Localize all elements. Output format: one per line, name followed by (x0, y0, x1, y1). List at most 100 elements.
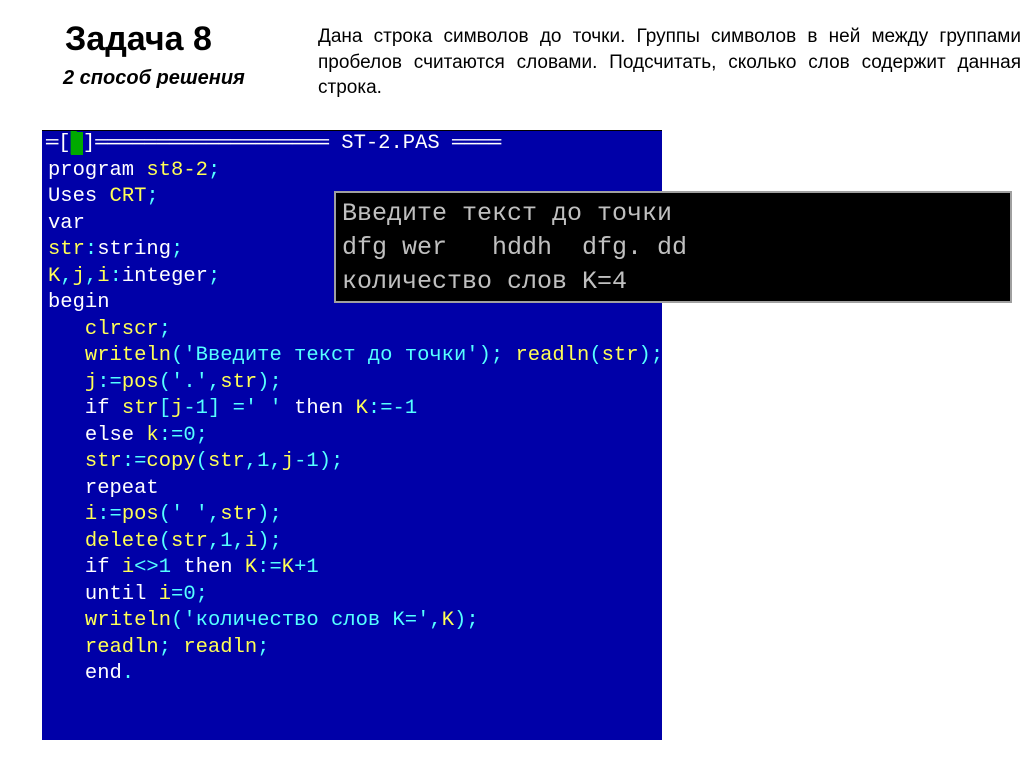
code-token: :=- (368, 397, 405, 420)
editor-filename: ST-2.PAS (341, 132, 439, 155)
code-token: , (208, 503, 220, 526)
code-token: writeln (48, 344, 171, 367)
code-token: ); (257, 503, 282, 526)
output-line: Введите текст до точки (342, 199, 672, 228)
code-token: copy (146, 450, 195, 473)
code-token: ( (159, 530, 171, 553)
code-token: clrscr (48, 318, 159, 341)
code-token: var (48, 212, 85, 235)
code-token: ); (319, 450, 344, 473)
code-token: ); (639, 344, 662, 367)
editor-titlebar: ═[▌]═══════════════════ ST-2.PAS ════ (42, 131, 662, 158)
code-token: str (220, 371, 257, 394)
code-token: str (48, 238, 85, 261)
code-token: i (159, 583, 171, 606)
code-token: string (97, 238, 171, 261)
code-token: i (97, 265, 109, 288)
code-token: CRT (110, 185, 147, 208)
code-token: st8-2 (146, 159, 208, 182)
code-token: 1 (257, 450, 269, 473)
code-token: 1 (159, 556, 171, 579)
code-token: K (442, 609, 454, 632)
code-token: <> (134, 556, 159, 579)
code-token: ; (196, 583, 208, 606)
code-token: ; (208, 265, 220, 288)
code-token: str (48, 450, 122, 473)
code-token: then (171, 556, 245, 579)
code-token: readln (183, 636, 257, 659)
code-token: str (220, 503, 257, 526)
code-token: writeln (48, 609, 171, 632)
code-token: ; (196, 424, 208, 447)
code-token: := (97, 503, 122, 526)
close-icon[interactable]: ▌ (71, 132, 83, 155)
code-token: ); (479, 344, 516, 367)
code-token: 'Введите текст до точки' (183, 344, 478, 367)
code-token: , (269, 450, 281, 473)
code-token: - (183, 397, 195, 420)
titlebar-left: ═[ (46, 132, 71, 155)
code-token: ' ' (245, 397, 282, 420)
program-output: Введите текст до точки dfg wer hddh dfg.… (334, 191, 1012, 303)
code-token: begin (48, 291, 110, 314)
code-token: - (294, 450, 306, 473)
code-token: K (282, 556, 294, 579)
code-token: ; (257, 636, 269, 659)
code-token: ); (454, 609, 479, 632)
code-token: , (208, 371, 220, 394)
code-token: str (122, 397, 159, 420)
code-token: = (171, 583, 183, 606)
code-token: , (85, 265, 97, 288)
code-token: 1 (196, 397, 208, 420)
code-token: ); (257, 530, 282, 553)
code-token: ( (589, 344, 601, 367)
code-token: ; (208, 159, 220, 182)
code-token: i (48, 503, 97, 526)
code-token: [ (159, 397, 171, 420)
code-token: program (48, 159, 146, 182)
code-token: 0 (183, 583, 195, 606)
code-token: pos (122, 503, 159, 526)
code-token: '.' (171, 371, 208, 394)
code-token: i (122, 556, 134, 579)
code-token: ); (257, 371, 282, 394)
code-token: end (48, 662, 122, 685)
code-token: then (282, 397, 356, 420)
code-token: 0 (183, 424, 195, 447)
code-token: : (110, 265, 122, 288)
code-token: ( (196, 450, 208, 473)
code-token: . (122, 662, 134, 685)
code-token: , (60, 265, 72, 288)
output-line: количество слов K=4 (342, 267, 627, 296)
code-token: := (159, 424, 184, 447)
code-token: j (73, 265, 85, 288)
code-token: if (48, 397, 122, 420)
code-token: : (85, 238, 97, 261)
code-token: j (282, 450, 294, 473)
code-token: , (233, 530, 245, 553)
code-token: + (294, 556, 306, 579)
code-token: repeat (48, 477, 159, 500)
code-token: str (171, 530, 208, 553)
code-token: if (48, 556, 122, 579)
code-token: 'количество слов K=' (183, 609, 429, 632)
code-token: 1 (306, 556, 318, 579)
code-token: ( (159, 503, 171, 526)
code-token: ; (146, 185, 158, 208)
code-token: ( (171, 609, 183, 632)
output-line: dfg wer hddh dfg. dd (342, 233, 687, 262)
code-token: j (171, 397, 183, 420)
code-token: ; (159, 636, 184, 659)
code-token: readln (516, 344, 590, 367)
code-token: until (48, 583, 159, 606)
code-token: , (208, 530, 220, 553)
code-token: 1 (220, 530, 232, 553)
titlebar-mid: ]═══════════════════ (83, 132, 341, 155)
titlebar-right: ════ (440, 132, 502, 155)
code-token: := (97, 371, 122, 394)
code-token: 1 (306, 450, 318, 473)
code-token: k (146, 424, 158, 447)
code-token: , (429, 609, 441, 632)
code-token: integer (122, 265, 208, 288)
code-token: ; (159, 318, 171, 341)
